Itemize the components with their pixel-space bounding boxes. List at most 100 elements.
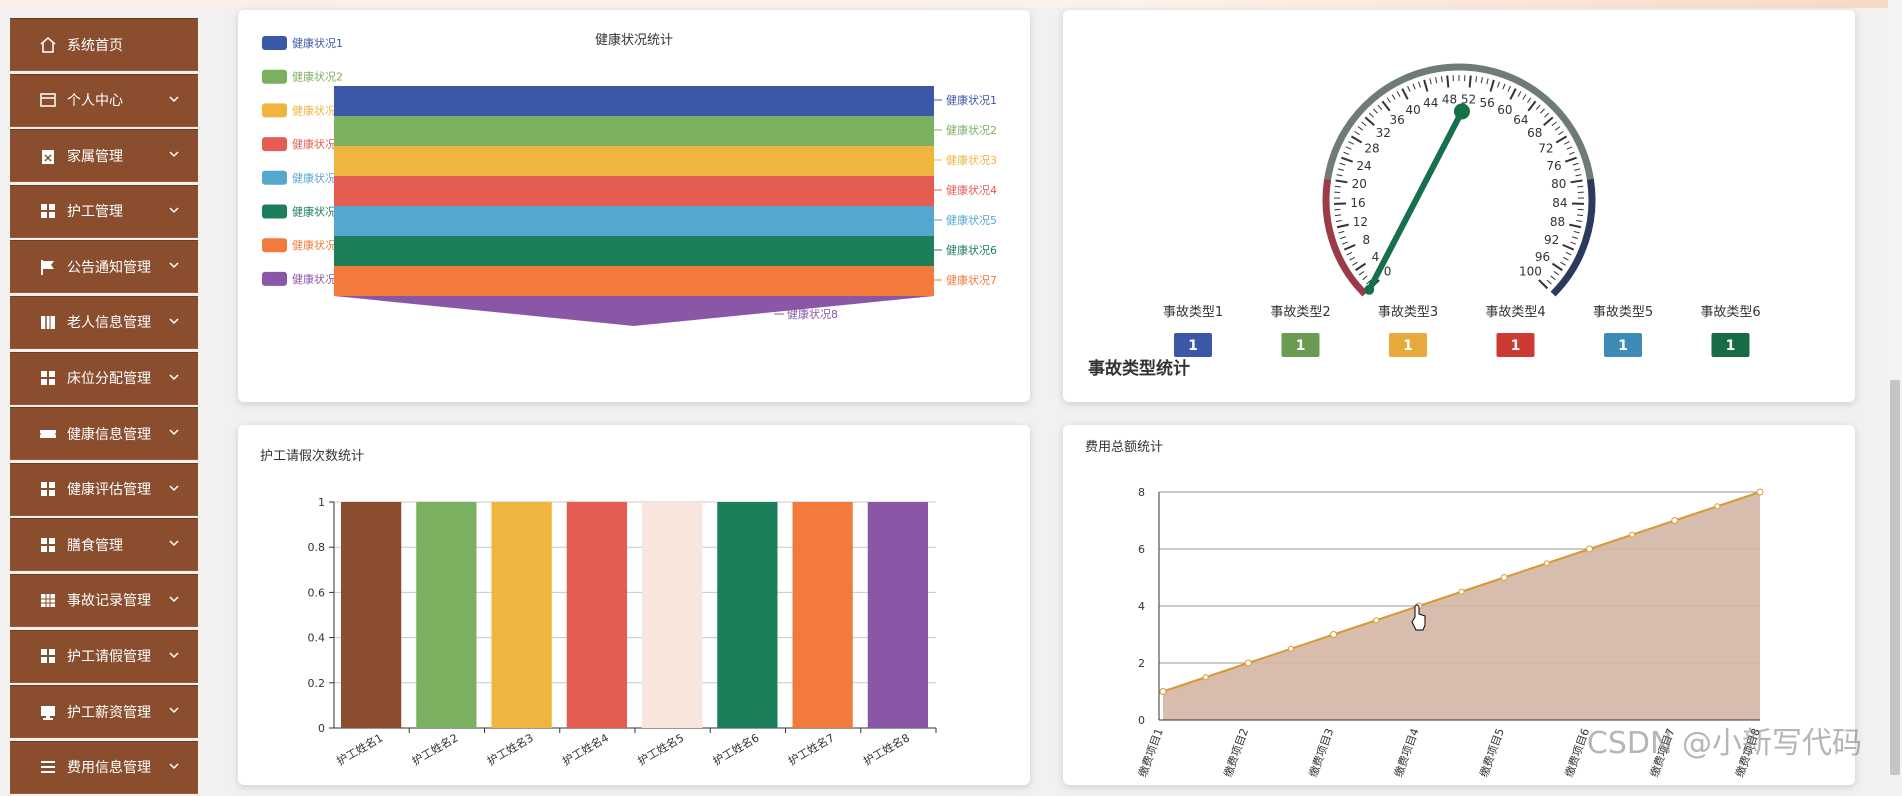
chevron-down-icon[interactable] bbox=[168, 148, 180, 160]
sidebar-item-7[interactable]: 床位分配管理 bbox=[10, 352, 198, 405]
data-point[interactable] bbox=[1160, 689, 1166, 695]
chevron-down-icon[interactable] bbox=[168, 315, 180, 327]
y-tick-label: 8 bbox=[1138, 486, 1145, 499]
legend-swatch[interactable] bbox=[262, 238, 287, 252]
funnel-label: 健康状况3 bbox=[946, 153, 997, 167]
legend-swatch[interactable] bbox=[262, 272, 287, 286]
gauge-tick-label: 28 bbox=[1364, 142, 1379, 156]
gauge-tick bbox=[1540, 109, 1544, 113]
legend-swatch[interactable] bbox=[262, 137, 287, 151]
legend-swatch[interactable] bbox=[262, 70, 287, 84]
sidebar-item-4[interactable]: 护工管理 bbox=[10, 185, 198, 238]
sidebar-item-14[interactable]: 费用信息管理 bbox=[10, 741, 198, 794]
gauge-tick bbox=[1337, 175, 1343, 176]
data-point[interactable] bbox=[1203, 675, 1208, 680]
sidebar-item-8[interactable]: 健康信息管理 bbox=[10, 407, 198, 460]
chevron-down-icon[interactable] bbox=[168, 204, 180, 216]
data-point[interactable] bbox=[1715, 504, 1720, 509]
gauge-tick bbox=[1349, 257, 1354, 260]
legend-swatch[interactable] bbox=[262, 103, 287, 117]
gauge-tick-label: 80 bbox=[1551, 177, 1566, 191]
chevron-down-icon[interactable] bbox=[168, 371, 180, 383]
gauge-tick bbox=[1346, 147, 1351, 150]
bar[interactable] bbox=[642, 502, 702, 728]
legend-swatch[interactable] bbox=[262, 36, 287, 50]
data-point[interactable] bbox=[1757, 489, 1763, 495]
funnel-layer[interactable] bbox=[334, 296, 934, 326]
legend-swatch[interactable] bbox=[262, 171, 287, 185]
sidebar-item-6[interactable]: 老人信息管理 bbox=[10, 296, 198, 349]
gauge-tick-label: 92 bbox=[1544, 233, 1559, 247]
funnel-layer[interactable] bbox=[334, 86, 934, 116]
funnel-label: 健康状况8 bbox=[787, 307, 838, 321]
data-point[interactable] bbox=[1245, 660, 1251, 666]
gauge-tick bbox=[1527, 98, 1530, 103]
sidebar-item-1[interactable]: 系统首页 bbox=[10, 18, 198, 71]
gauge-tick bbox=[1335, 186, 1341, 187]
chevron-down-icon[interactable] bbox=[168, 760, 180, 772]
funnel-layer[interactable] bbox=[334, 236, 934, 266]
chevron-down-icon[interactable] bbox=[168, 537, 180, 549]
bar[interactable] bbox=[793, 502, 853, 728]
y-tick-label: 0 bbox=[1138, 714, 1145, 727]
gauge-tick bbox=[1356, 264, 1366, 271]
y-tick-label: 6 bbox=[1138, 543, 1145, 556]
funnel-layer[interactable] bbox=[334, 146, 934, 176]
chevron-down-icon[interactable] bbox=[168, 593, 180, 605]
page-scrollbar[interactable] bbox=[1888, 0, 1902, 775]
data-point[interactable] bbox=[1459, 589, 1464, 594]
gauge-tick bbox=[1573, 163, 1579, 165]
x-tick-label: 缴费项目4 bbox=[1391, 726, 1422, 779]
data-point[interactable] bbox=[1374, 618, 1379, 623]
sidebar-item-13[interactable]: 护工薪资管理 bbox=[10, 685, 198, 738]
chevron-down-icon[interactable] bbox=[168, 93, 180, 105]
data-point[interactable] bbox=[1586, 546, 1592, 552]
accident-type-label: 事故类型3 bbox=[1378, 305, 1438, 320]
sidebar-item-2[interactable]: 个人中心 bbox=[10, 74, 198, 127]
sidebar-item-12[interactable]: 护工请假管理 bbox=[10, 630, 198, 683]
funnel-layer[interactable] bbox=[334, 176, 934, 206]
clipboard-icon bbox=[39, 147, 57, 165]
sidebar-item-11[interactable]: 事故记录管理 bbox=[10, 574, 198, 627]
funnel-label: 健康状况2 bbox=[946, 123, 997, 137]
legend-swatch[interactable] bbox=[262, 205, 287, 219]
chevron-down-icon[interactable] bbox=[168, 649, 180, 661]
sidebar-item-3[interactable]: 家属管理 bbox=[10, 129, 198, 182]
scrollbar-thumb[interactable] bbox=[1890, 380, 1900, 775]
bar[interactable] bbox=[868, 502, 928, 728]
list-icon bbox=[39, 758, 57, 776]
gauge-tick bbox=[1369, 113, 1373, 117]
gauge-tick bbox=[1551, 276, 1556, 280]
data-point[interactable] bbox=[1331, 632, 1337, 638]
data-point[interactable] bbox=[1288, 646, 1293, 651]
funnel-layer[interactable] bbox=[334, 206, 934, 236]
x-tick-label: 护工姓名6 bbox=[710, 730, 761, 768]
x-tick-label: 缴费项目1 bbox=[1135, 726, 1166, 779]
y-tick-label: 0.8 bbox=[308, 541, 326, 554]
data-point[interactable] bbox=[1672, 518, 1678, 524]
bar[interactable] bbox=[341, 502, 401, 728]
chevron-down-icon[interactable] bbox=[168, 426, 180, 438]
chevron-down-icon[interactable] bbox=[168, 482, 180, 494]
gauge-tick-label: 76 bbox=[1546, 159, 1561, 173]
bar[interactable] bbox=[492, 502, 552, 728]
chart-title: 护工请假次数统计 bbox=[260, 448, 364, 464]
data-point[interactable] bbox=[1630, 532, 1635, 537]
chevron-down-icon[interactable] bbox=[168, 259, 180, 271]
sidebar-item-10[interactable]: 膳食管理 bbox=[10, 518, 198, 571]
funnel-layer[interactable] bbox=[334, 116, 934, 146]
bar[interactable] bbox=[717, 502, 777, 728]
sidebar-item-5[interactable]: 公告通知管理 bbox=[10, 240, 198, 293]
data-point[interactable] bbox=[1501, 575, 1507, 581]
accident-type-label: 事故类型2 bbox=[1270, 305, 1330, 320]
gauge-tick bbox=[1336, 180, 1348, 182]
bar[interactable] bbox=[416, 502, 476, 728]
sidebar-item-9[interactable]: 健康评估管理 bbox=[10, 463, 198, 516]
x-tick-label: 护工姓名8 bbox=[861, 730, 912, 768]
gauge-tick bbox=[1441, 76, 1442, 82]
funnel-layer[interactable] bbox=[334, 266, 934, 296]
chevron-down-icon[interactable] bbox=[168, 704, 180, 716]
bar[interactable] bbox=[567, 502, 627, 728]
gauge-tick-label: 84 bbox=[1552, 196, 1567, 210]
data-point[interactable] bbox=[1544, 561, 1549, 566]
